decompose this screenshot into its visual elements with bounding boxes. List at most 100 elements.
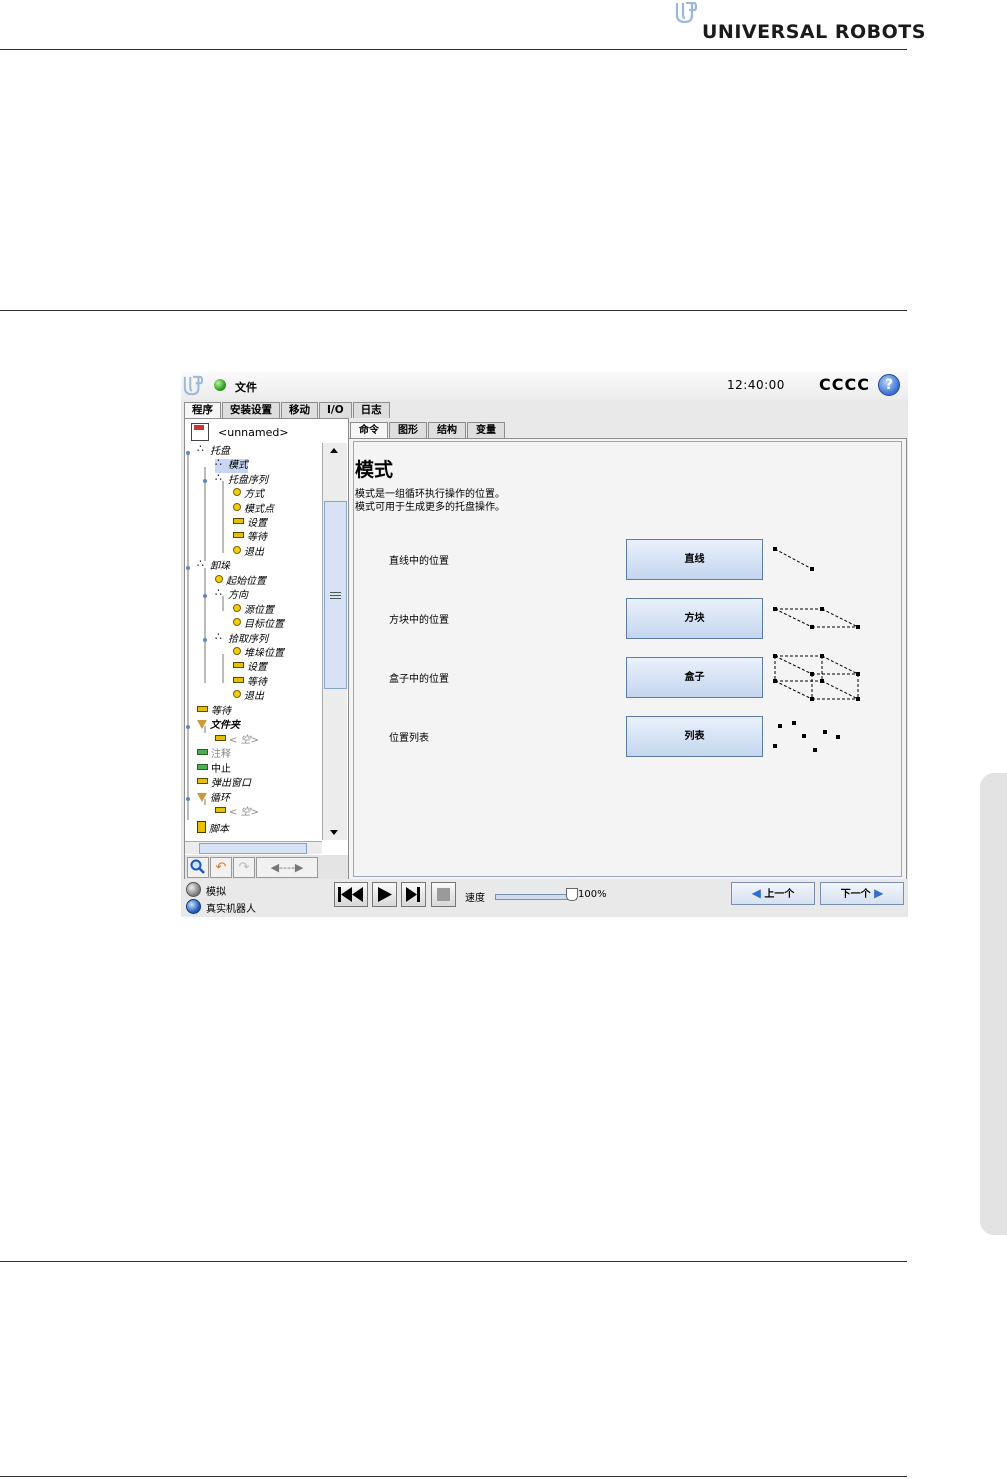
description: 模式是一组循环执行操作的位置。 模式可用于生成更多的托盘操作。: [355, 488, 505, 514]
description-line: 模式可用于生成更多的托盘操作。: [355, 502, 505, 513]
tab-installation[interactable]: 安装设置: [222, 402, 280, 418]
page-title: 模式: [355, 459, 394, 481]
previous-button[interactable]: ◀ 上一个: [731, 882, 815, 905]
tree-item[interactable]: 等待: [233, 676, 267, 690]
title-bar: 文件 12:40:00 CCCC ?: [181, 372, 908, 400]
redo-icon[interactable]: ↷: [233, 857, 255, 878]
speed-slider-thumb[interactable]: [566, 888, 578, 901]
rewind-button[interactable]: [334, 882, 368, 907]
tree-item[interactable]: 起始位置: [215, 575, 266, 589]
empty-icon: [215, 807, 226, 813]
pallet-icon: [197, 443, 207, 456]
tree-horizontal-scrollbar[interactable]: [185, 841, 322, 854]
tree-item[interactable]: 设置: [233, 661, 267, 675]
tree-item-label: 起始位置: [226, 576, 266, 587]
tree-item[interactable]: < 空>: [215, 806, 259, 820]
step-button[interactable]: [401, 882, 426, 907]
arrow-right-icon: ▶: [874, 886, 884, 900]
tree-item[interactable]: 文件夹: [197, 719, 240, 733]
tree-item[interactable]: 脚本: [197, 821, 229, 835]
simulation-radio[interactable]: [186, 882, 201, 897]
rewind-icon: [338, 887, 363, 902]
tree-item[interactable]: 循环: [197, 792, 230, 806]
tree-item[interactable]: 堆垛位置: [233, 647, 284, 661]
robot-name: CCCC: [819, 375, 870, 394]
tree-item[interactable]: 方式: [233, 488, 264, 502]
script-icon: [197, 821, 206, 833]
tab-graphics[interactable]: 图形: [389, 422, 427, 438]
pallet-icon: [215, 586, 225, 600]
real-robot-radio[interactable]: [186, 899, 201, 914]
lower-rule: [0, 1261, 907, 1262]
save-icon[interactable]: [191, 423, 209, 441]
tree-item-label: 脚本: [209, 824, 229, 835]
tree-item[interactable]: 拾取序列: [215, 630, 268, 647]
tab-program[interactable]: 程序: [184, 402, 221, 419]
scroll-thumb[interactable]: [199, 843, 307, 854]
tree-item[interactable]: 卸垛: [197, 557, 230, 574]
brand-name: UNIVERSAL ROBOTS: [702, 21, 926, 43]
tab-log[interactable]: 日志: [352, 402, 390, 418]
line-button[interactable]: 直线: [626, 539, 763, 580]
ur-logo-icon: [183, 375, 203, 396]
search-icon[interactable]: [187, 857, 209, 878]
tree-item-label: 循环: [210, 793, 230, 804]
tab-command[interactable]: 命令: [350, 422, 388, 438]
help-button[interactable]: ?: [878, 374, 900, 396]
tree-item[interactable]: 目标位置: [233, 618, 284, 632]
list-button[interactable]: 列表: [626, 716, 763, 757]
tab-io[interactable]: I/O: [319, 402, 352, 418]
list-pattern-icon: [773, 721, 840, 752]
tree-item[interactable]: 托盘序列: [215, 471, 268, 488]
chapter-side-tab: [980, 773, 1007, 1235]
square-button[interactable]: 方块: [626, 598, 763, 639]
tree-item[interactable]: 退出: [233, 546, 264, 560]
tree-item[interactable]: 源位置: [233, 604, 274, 618]
tree-item-label: 设置: [247, 518, 267, 529]
next-label: 下一个: [840, 889, 871, 900]
polyscope-window: 文件 12:40:00 CCCC ? 程序 安装设置 移动 I/O 日志 <un…: [181, 372, 908, 917]
tree-item[interactable]: 方向: [215, 586, 248, 603]
tree-item[interactable]: 托盘: [197, 443, 230, 459]
box-button[interactable]: 盒子: [626, 657, 763, 698]
scroll-down-icon[interactable]: [330, 830, 338, 835]
play-button[interactable]: [372, 882, 397, 907]
undo-icon[interactable]: ↶: [210, 857, 232, 878]
tree-item[interactable]: 中止: [197, 763, 231, 777]
speed-slider[interactable]: [495, 894, 577, 900]
program-tree-panel: <unnamed> ∴托盘 ∴模式 ∴托盘序列 方式 模式点 设置 等待 退出 …: [184, 418, 349, 881]
tree-item-label: 弹出窗口: [211, 778, 251, 789]
tab-move[interactable]: 移动: [281, 402, 318, 418]
tree-item[interactable]: 等待: [233, 531, 267, 545]
ur-logo-icon: [675, 2, 697, 24]
next-button[interactable]: 下一个 ▶: [820, 882, 904, 905]
description-line: 模式是一组循环执行操作的位置。: [355, 489, 505, 500]
tree-item-label: 方式: [244, 489, 264, 500]
tree-item[interactable]: 等待: [197, 705, 231, 719]
folder-icon: [197, 720, 207, 729]
tree-item[interactable]: 弹出窗口: [197, 777, 251, 791]
tree-item-label: < 空>: [229, 735, 259, 746]
file-menu[interactable]: 文件: [235, 379, 257, 395]
tree-vertical-scrollbar[interactable]: [322, 443, 347, 840]
line-pattern-icon: [773, 547, 814, 571]
square-label: 方块中的位置: [389, 615, 449, 626]
tab-variables[interactable]: 变量: [467, 422, 505, 438]
tree-item[interactable]: 设置: [233, 517, 267, 531]
tree-item[interactable]: 退出: [233, 690, 264, 704]
pattern-editor: 模式 模式是一组循环执行操作的位置。 模式可用于生成更多的托盘操作。 直线中的位…: [353, 441, 902, 877]
tree-item[interactable]: 模式点: [233, 503, 274, 517]
tree-item-label: 堆垛位置: [244, 648, 284, 659]
scroll-up-icon[interactable]: [330, 448, 338, 453]
tree-item[interactable]: 注释: [197, 748, 231, 762]
wait-icon: [233, 677, 244, 683]
tree-item[interactable]: < 空>: [215, 734, 259, 748]
move-node-icon[interactable]: ◀----▶: [256, 857, 318, 878]
tree-item-label: 等待: [247, 532, 267, 543]
command-panel: 命令 图形 结构 变量 模式 模式是一组循环执行操作的位置。 模式可用于生成更多…: [348, 418, 907, 881]
program-tree: 托盘 模式 托盘序列 方式 模式点 设置 等待 退出 卸垛 起始位置 方向 源位…: [185, 443, 322, 843]
tab-structure[interactable]: 结构: [428, 422, 466, 438]
stop-button[interactable]: [431, 882, 456, 907]
waypoint-icon: [233, 604, 241, 612]
scroll-thumb[interactable]: [324, 501, 347, 689]
